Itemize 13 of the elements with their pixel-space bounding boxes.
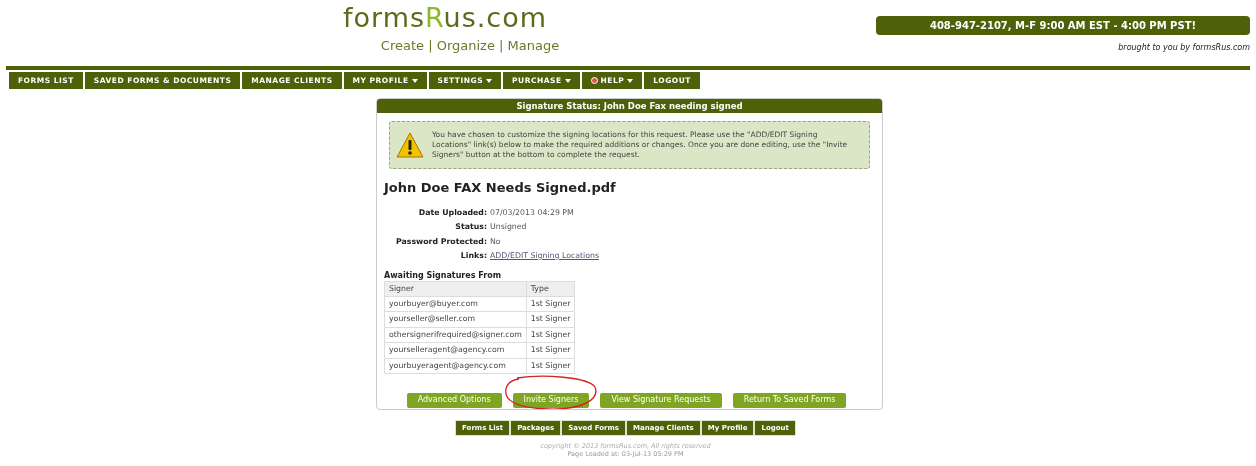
logo: formsRus.com <box>343 2 547 34</box>
tagline: Create | Organize | Manage <box>380 37 560 55</box>
file-title: John Doe FAX Needs Signed.pdf <box>384 179 617 197</box>
warning-icon <box>396 132 424 158</box>
caret-icon <box>564 78 571 83</box>
signers-heading: Awaiting Signatures From <box>384 270 502 281</box>
caret-icon <box>627 78 634 83</box>
caret-icon <box>486 78 493 83</box>
lifebuoy-icon <box>590 77 598 84</box>
panel-title: Signature Status: John Doe Fax needing signed <box>377 99 882 113</box>
caret-icon <box>411 78 418 83</box>
credit-text: brought to you by formsRus.com <box>1118 42 1250 54</box>
phone-banner: 408-947-2107, M-F 9:00 AM EST - 4:00 PM PST! <box>876 16 1250 35</box>
